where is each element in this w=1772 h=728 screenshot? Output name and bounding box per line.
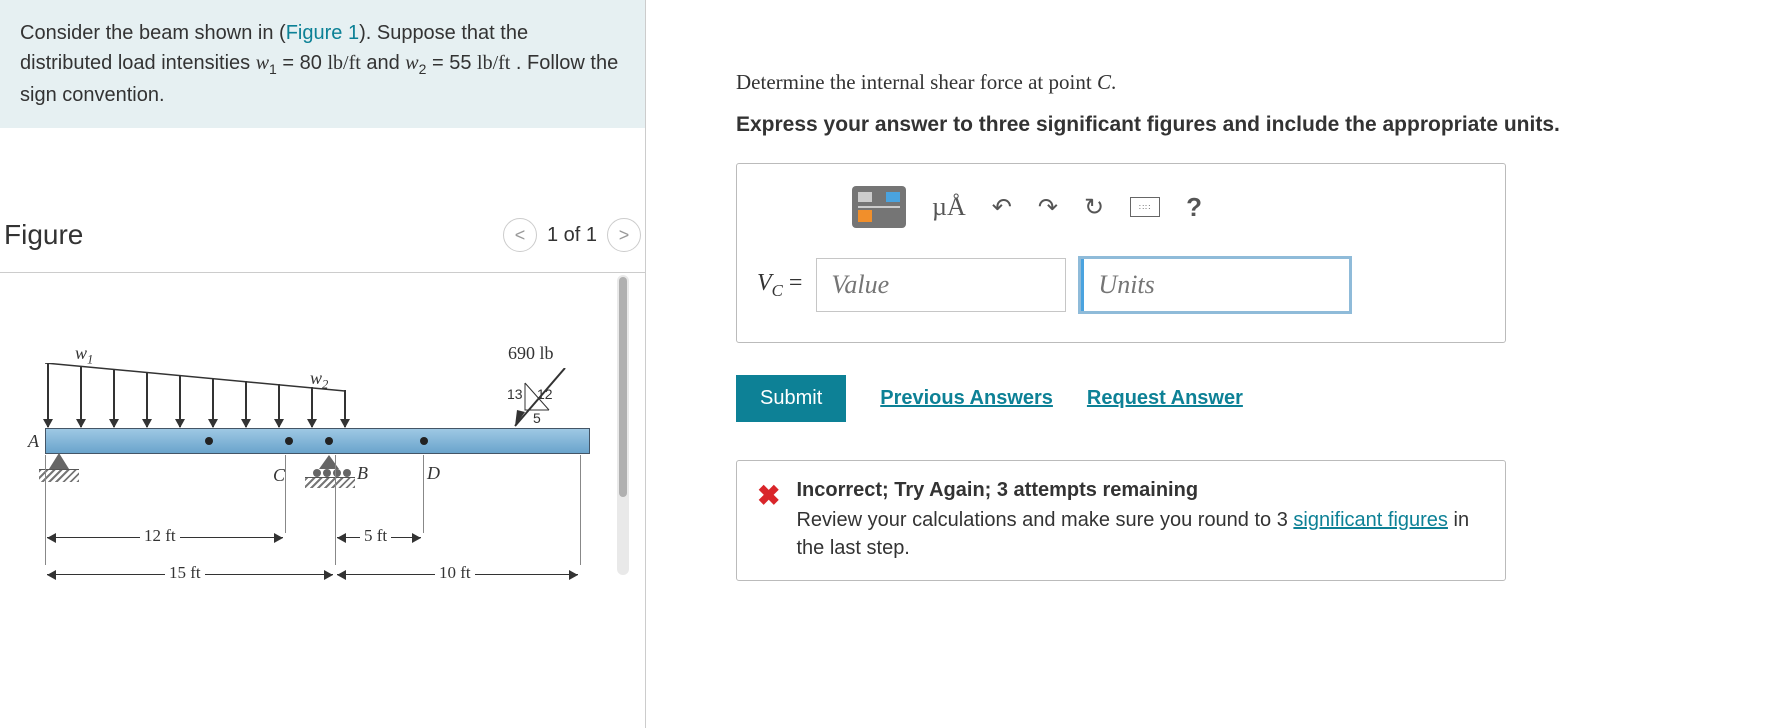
figure-link[interactable]: Figure 1 bbox=[286, 22, 359, 44]
intro-text: and bbox=[361, 52, 405, 74]
tri-5: 5 bbox=[533, 410, 541, 426]
var-w1-sub: 1 bbox=[269, 61, 277, 77]
w1-units: lb/ft bbox=[327, 52, 360, 74]
sig-figures-link[interactable]: significant figures bbox=[1293, 509, 1448, 531]
feedback-box: ✖ Incorrect; Try Again; 3 attempts remai… bbox=[736, 460, 1506, 581]
label-b: B bbox=[357, 463, 368, 484]
var-c: C bbox=[1097, 70, 1111, 94]
tri-12: 12 bbox=[537, 386, 553, 402]
beam-diagram: w1 w2 A C B D 690 lb 13 12 5 bbox=[25, 313, 620, 593]
roller-support-b bbox=[305, 455, 355, 483]
undo-icon[interactable]: ↶ bbox=[992, 193, 1012, 222]
label-c: C bbox=[273, 465, 285, 486]
intro-text: Consider the beam shown in ( bbox=[20, 22, 286, 44]
feedback-title: Incorrect; Try Again; 3 attempts remaini… bbox=[796, 479, 1485, 502]
w2-val: = 55 bbox=[426, 52, 477, 74]
feedback-body: Review your calculations and make sure y… bbox=[796, 506, 1485, 562]
figure-next-button[interactable]: > bbox=[607, 218, 641, 252]
templates-button[interactable] bbox=[852, 186, 906, 228]
problem-intro: Consider the beam shown in (Figure 1). S… bbox=[0, 0, 645, 128]
figure-prev-button[interactable]: < bbox=[503, 218, 537, 252]
units-input[interactable] bbox=[1080, 258, 1350, 312]
w1-val: = 80 bbox=[277, 52, 328, 74]
label-a: A bbox=[28, 431, 39, 452]
w2-units: lb/ft bbox=[477, 52, 510, 74]
units-button[interactable]: µÅ bbox=[932, 192, 966, 222]
instruction-text: Express your answer to three significant… bbox=[736, 113, 1732, 137]
keyboard-icon[interactable]: ∷∷ bbox=[1130, 197, 1160, 217]
request-answer-link[interactable]: Request Answer bbox=[1087, 387, 1243, 410]
figure-counter: 1 of 1 bbox=[547, 224, 597, 247]
answer-box: µÅ ↶ ↷ ↻ ∷∷ ? VC = bbox=[736, 163, 1506, 343]
var-w2: w bbox=[405, 52, 418, 74]
question-prompt: Determine the internal shear force at po… bbox=[736, 70, 1732, 95]
submit-button[interactable]: Submit bbox=[736, 375, 846, 422]
reset-icon[interactable]: ↻ bbox=[1084, 193, 1104, 222]
dim-12ft: 12 ft bbox=[140, 526, 180, 546]
dim-5ft: 5 ft bbox=[360, 526, 391, 546]
dim-10ft: 10 ft bbox=[435, 563, 475, 583]
label-force: 690 lb bbox=[508, 343, 554, 364]
vc-label: VC = bbox=[757, 270, 802, 301]
incorrect-icon: ✖ bbox=[757, 479, 780, 562]
tri-13: 13 bbox=[507, 386, 523, 402]
help-icon[interactable]: ? bbox=[1186, 192, 1202, 223]
value-input[interactable] bbox=[816, 258, 1066, 312]
label-w1: w bbox=[75, 343, 87, 363]
dim-15ft: 15 ft bbox=[165, 563, 205, 583]
label-d: D bbox=[427, 463, 440, 484]
redo-icon[interactable]: ↷ bbox=[1038, 193, 1058, 222]
var-w1: w bbox=[256, 52, 269, 74]
previous-answers-link[interactable]: Previous Answers bbox=[880, 387, 1053, 410]
figure-title: Figure bbox=[4, 219, 83, 251]
label-w2: w bbox=[310, 368, 322, 388]
